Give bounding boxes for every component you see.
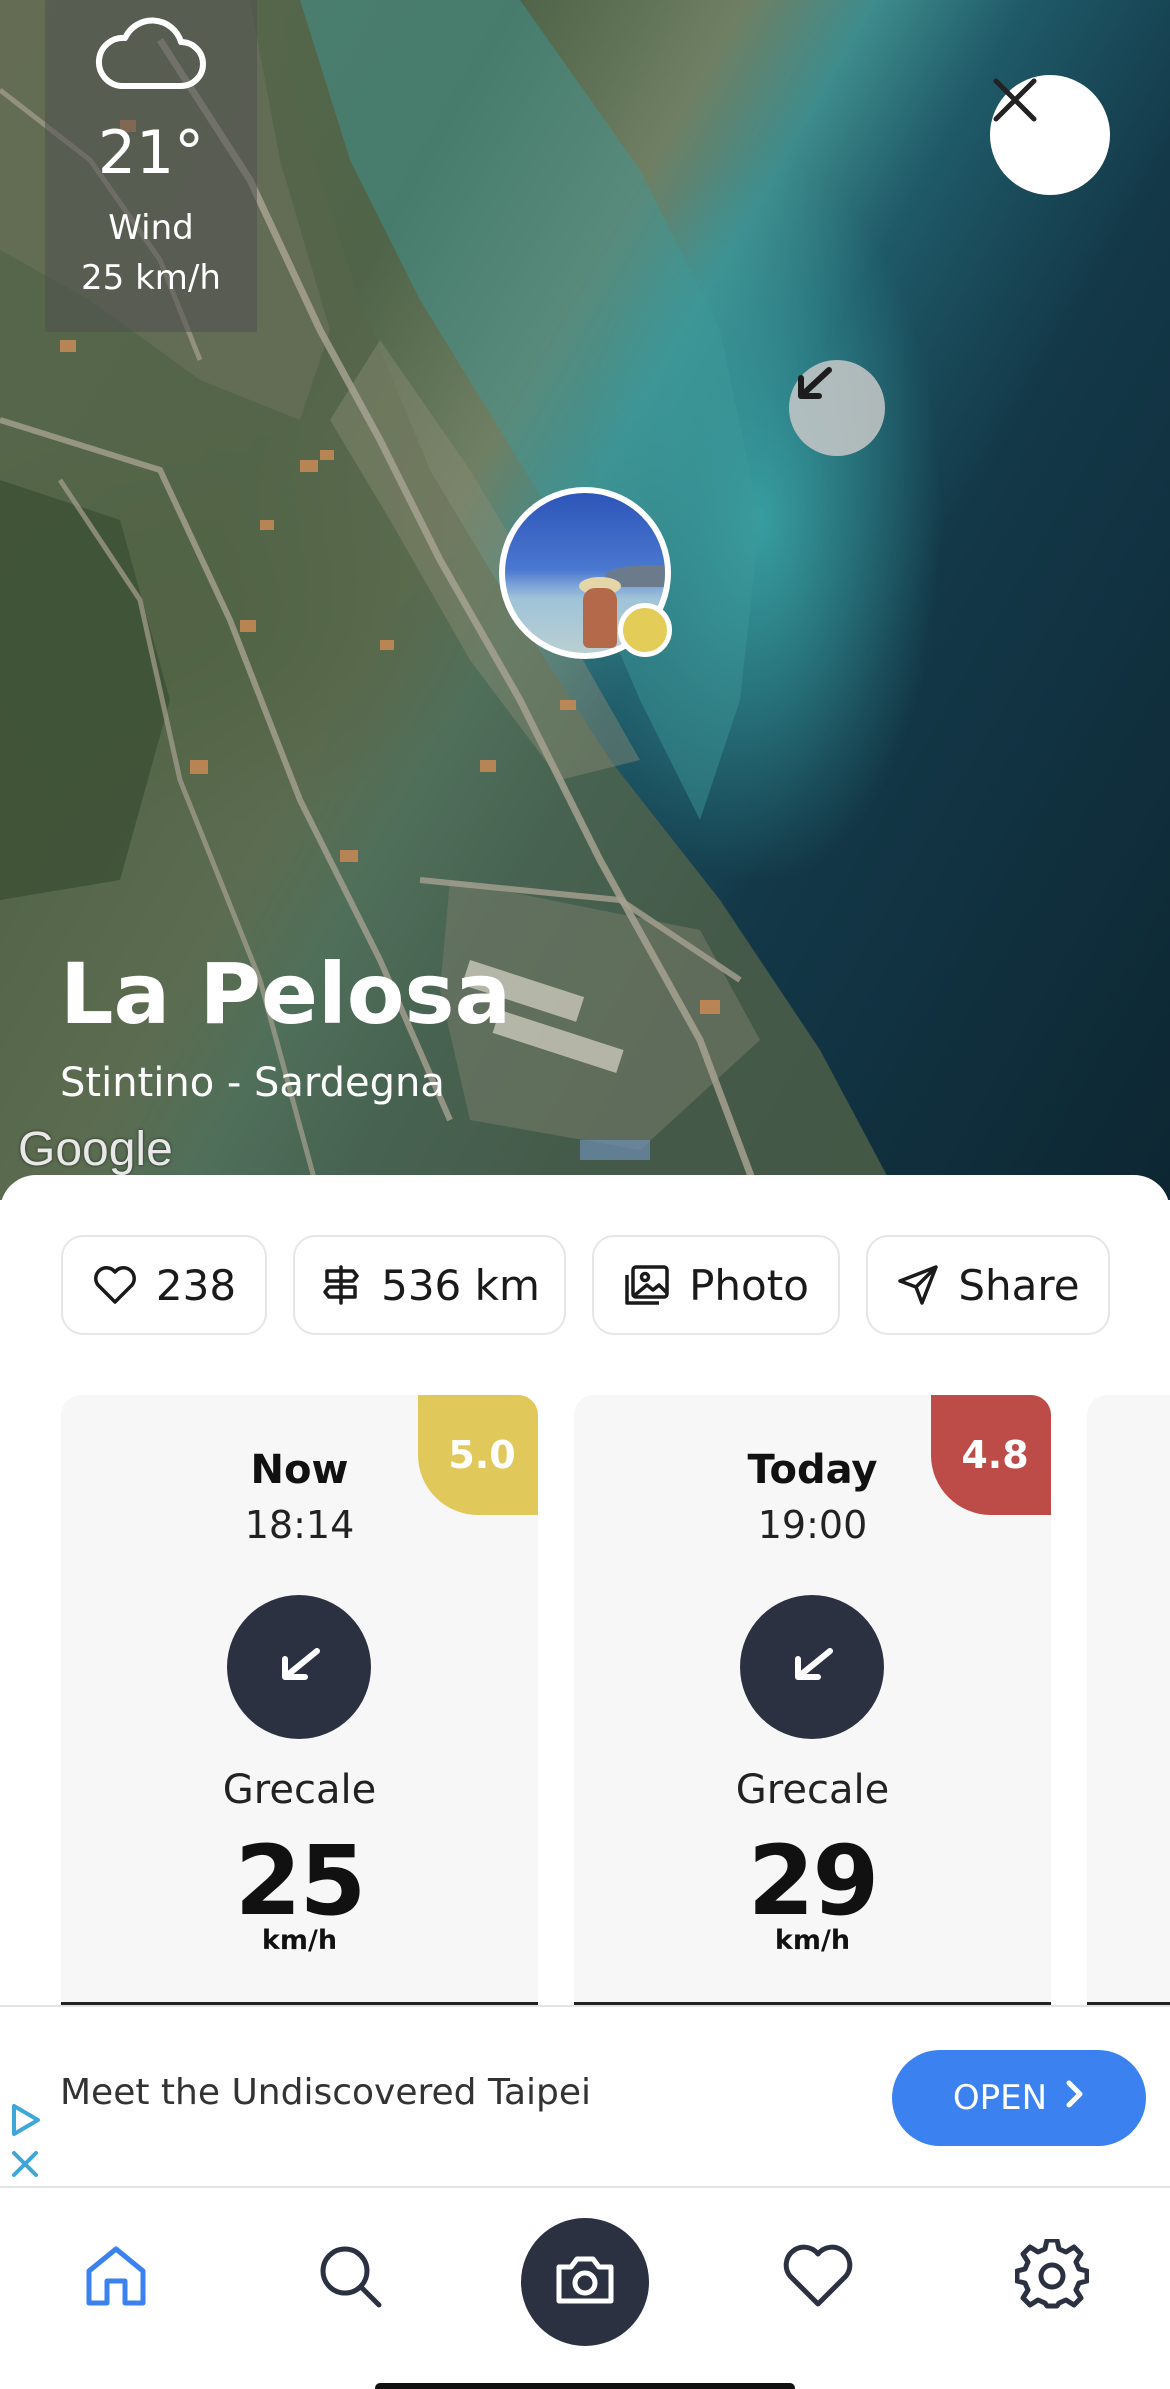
- close-button[interactable]: [990, 75, 1110, 195]
- adchoices-icon[interactable]: [8, 2102, 42, 2142]
- wind-direction-name: Grecale: [222, 1767, 377, 1813]
- photo-label: Photo: [689, 1260, 809, 1310]
- gallery-icon: [623, 1263, 671, 1307]
- ad-open-button[interactable]: OPEN: [892, 2050, 1146, 2146]
- google-logo: Google: [18, 1123, 173, 1176]
- temperature: 21°: [97, 118, 205, 188]
- bottom-navigation: [0, 2188, 1170, 2389]
- wind-direction-badge: [227, 1595, 371, 1739]
- wind-value: 25 km/h: [81, 258, 221, 298]
- nav-home[interactable]: [66, 2228, 166, 2328]
- wind-label: Wind: [108, 208, 194, 248]
- like-button[interactable]: 238: [61, 1235, 267, 1335]
- share-button[interactable]: Share: [866, 1235, 1110, 1335]
- wind-direction-name: Grecale: [735, 1767, 890, 1813]
- wind-speed-unit: km/h: [261, 1925, 338, 1956]
- forecast-time: 18:14: [244, 1503, 355, 1547]
- chevron-right-icon: [1065, 2078, 1085, 2118]
- weather-widget[interactable]: 21° Wind 25 km/h: [45, 0, 257, 332]
- satellite-map[interactable]: 21° Wind 25 km/h La Pelosa Stintino - Sa…: [0, 0, 1170, 1200]
- send-icon: [896, 1263, 940, 1307]
- forecast-card-today[interactable]: 4.8 Today 19:00 Grecale 29 km/h: [574, 1395, 1051, 2005]
- photo-button[interactable]: Photo: [592, 1235, 840, 1335]
- wind-speed-unit: km/h: [774, 1925, 851, 1956]
- nav-search[interactable]: [300, 2228, 400, 2328]
- place-subtitle: Stintino - Sardegna: [60, 1060, 445, 1106]
- share-label: Share: [958, 1260, 1080, 1310]
- wind-direction-badge: [740, 1595, 884, 1739]
- ad-banner[interactable]: Meet the Undiscovered Taipei OPEN: [0, 2005, 1170, 2188]
- search-icon: [315, 2241, 385, 2315]
- distance-value: 536 km: [381, 1260, 540, 1310]
- nav-settings[interactable]: [1002, 2228, 1102, 2328]
- nav-camera[interactable]: [521, 2218, 649, 2346]
- nav-favorites[interactable]: [768, 2228, 868, 2328]
- settings-icon: [1014, 2237, 1090, 2317]
- wind-speed: 25: [234, 1825, 367, 1937]
- ad-open-label: OPEN: [952, 2078, 1048, 2118]
- heart-icon: [781, 2242, 855, 2314]
- heart-icon: [92, 1264, 138, 1306]
- signpost-icon: [319, 1263, 363, 1307]
- wind-speed: 29: [747, 1825, 880, 1937]
- rating-dot: [618, 603, 672, 657]
- ad-close-icon[interactable]: [8, 2147, 42, 2185]
- map-wind-direction[interactable]: [789, 360, 885, 456]
- forecast-time: 19:00: [757, 1503, 868, 1547]
- home-indicator: [375, 2383, 795, 2389]
- forecast-label: Now: [250, 1447, 349, 1493]
- ad-text: Meet the Undiscovered Taipei: [60, 2072, 592, 2113]
- forecast-card-next[interactable]: [1087, 1395, 1170, 2005]
- like-count: 238: [155, 1260, 237, 1310]
- forecast-card-now[interactable]: 5.0 Now 18:14 Grecale 25 km/h: [61, 1395, 538, 2005]
- camera-icon: [553, 2253, 617, 2311]
- place-title: La Pelosa: [60, 945, 512, 1043]
- arrow-down-left-icon: [784, 1637, 840, 1697]
- arrow-down-left-icon: [271, 1637, 327, 1697]
- forecast-label: Today: [747, 1447, 878, 1493]
- home-icon: [81, 2241, 151, 2315]
- distance-button[interactable]: 536 km: [293, 1235, 566, 1335]
- screen: 21° Wind 25 km/h La Pelosa Stintino - Sa…: [0, 0, 1170, 2389]
